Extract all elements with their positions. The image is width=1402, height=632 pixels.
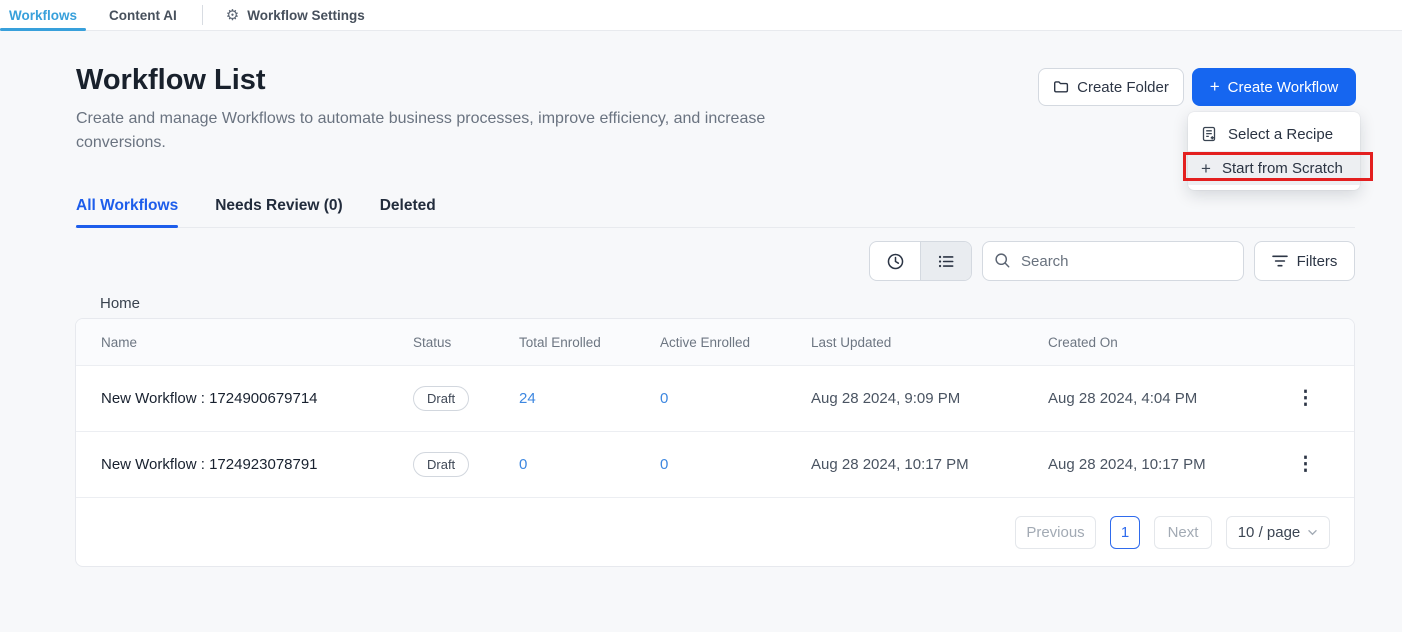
- column-header-active-enrolled: Active Enrolled: [660, 335, 811, 350]
- view-toggle: [869, 241, 972, 281]
- total-enrolled-link[interactable]: 0: [519, 456, 527, 473]
- breadcrumb[interactable]: Home: [100, 295, 140, 312]
- chevron-down-icon: [1307, 529, 1318, 536]
- nav-item-workflow-settings[interactable]: ⚙ Workflow Settings: [217, 0, 374, 30]
- menu-item-select-a-recipe[interactable]: Select a Recipe: [1188, 117, 1360, 151]
- row-actions-menu-icon[interactable]: ⋮: [1296, 455, 1315, 474]
- total-enrolled-link[interactable]: 24: [519, 390, 536, 407]
- toolbar: Filters: [869, 241, 1355, 281]
- next-page-button[interactable]: Next: [1154, 516, 1212, 549]
- column-header-total-enrolled: Total Enrolled: [519, 335, 660, 350]
- created-on-value: Aug 28 2024, 4:04 PM: [1048, 390, 1296, 407]
- page-number-button[interactable]: 1: [1110, 516, 1140, 549]
- page-size-select[interactable]: 10 / page: [1226, 516, 1330, 549]
- active-enrolled-link[interactable]: 0: [660, 456, 668, 473]
- table-row: New Workflow : 1724900679714 Draft 24 0 …: [76, 366, 1354, 432]
- menu-item-select-a-recipe-label: Select a Recipe: [1228, 126, 1333, 143]
- page-subtitle: Create and manage Workflows to automate …: [76, 107, 812, 155]
- nav-item-workflows-label: Workflows: [9, 8, 77, 23]
- filters-label: Filters: [1297, 253, 1338, 270]
- history-view-button[interactable]: [870, 242, 920, 280]
- workflow-name-link[interactable]: New Workflow : 1724900679714: [101, 390, 413, 407]
- clock-icon: [886, 252, 905, 271]
- table-row: New Workflow : 1724923078791 Draft 0 0 A…: [76, 432, 1354, 498]
- column-header-name: Name: [101, 335, 413, 350]
- filter-icon: [1272, 254, 1288, 268]
- workflow-table: Name Status Total Enrolled Active Enroll…: [75, 318, 1355, 567]
- tab-needs-review[interactable]: Needs Review (0): [215, 196, 343, 228]
- filters-button[interactable]: Filters: [1254, 241, 1355, 281]
- search-input[interactable]: [982, 241, 1244, 281]
- list-view-button[interactable]: [920, 242, 971, 280]
- created-on-value: Aug 28 2024, 10:17 PM: [1048, 456, 1296, 473]
- last-updated-value: Aug 28 2024, 10:17 PM: [811, 456, 1048, 473]
- page-title: Workflow List: [76, 64, 266, 97]
- previous-page-button[interactable]: Previous: [1015, 516, 1096, 549]
- gear-icon: ⚙: [226, 8, 239, 23]
- table-header: Name Status Total Enrolled Active Enroll…: [76, 319, 1354, 366]
- nav-item-workflow-settings-label: Workflow Settings: [247, 8, 365, 23]
- column-header-created-on: Created On: [1048, 335, 1296, 350]
- status-badge: Draft: [413, 452, 469, 477]
- recipe-icon: [1201, 126, 1217, 142]
- create-workflow-menu: Select a Recipe + Start from Scratch: [1188, 112, 1360, 190]
- workflow-tabs: All Workflows Needs Review (0) Deleted: [76, 196, 436, 228]
- menu-item-start-from-scratch-label: Start from Scratch: [1222, 160, 1343, 177]
- search-box: [982, 241, 1244, 281]
- last-updated-value: Aug 28 2024, 9:09 PM: [811, 390, 1048, 407]
- create-folder-button[interactable]: Create Folder: [1038, 68, 1184, 106]
- menu-item-start-from-scratch[interactable]: + Start from Scratch: [1188, 151, 1360, 185]
- column-header-last-updated: Last Updated: [811, 335, 1048, 350]
- create-workflow-button[interactable]: + Create Workflow: [1192, 68, 1356, 106]
- nav-divider: [202, 5, 203, 25]
- tab-deleted[interactable]: Deleted: [380, 196, 436, 228]
- column-header-status: Status: [413, 335, 519, 350]
- status-badge: Draft: [413, 386, 469, 411]
- plus-icon: +: [1201, 160, 1211, 177]
- create-folder-label: Create Folder: [1077, 79, 1169, 96]
- page-size-label: 10 / page: [1238, 524, 1301, 541]
- nav-item-workflows[interactable]: Workflows: [0, 0, 86, 30]
- row-actions-menu-icon[interactable]: ⋮: [1296, 389, 1315, 408]
- create-workflow-label: Create Workflow: [1228, 79, 1339, 96]
- list-icon: [937, 252, 956, 271]
- pagination: Previous 1 Next 10 / page: [76, 498, 1354, 566]
- active-enrolled-link[interactable]: 0: [660, 390, 668, 407]
- plus-icon: +: [1210, 78, 1220, 95]
- folder-icon: [1053, 79, 1069, 95]
- top-nav: Workflows Content AI ⚙ Workflow Settings: [0, 0, 1402, 31]
- nav-item-content-ai[interactable]: Content AI: [100, 0, 186, 30]
- tab-all-workflows[interactable]: All Workflows: [76, 196, 178, 228]
- nav-item-content-ai-label: Content AI: [109, 8, 177, 23]
- workflow-name-link[interactable]: New Workflow : 1724923078791: [101, 456, 413, 473]
